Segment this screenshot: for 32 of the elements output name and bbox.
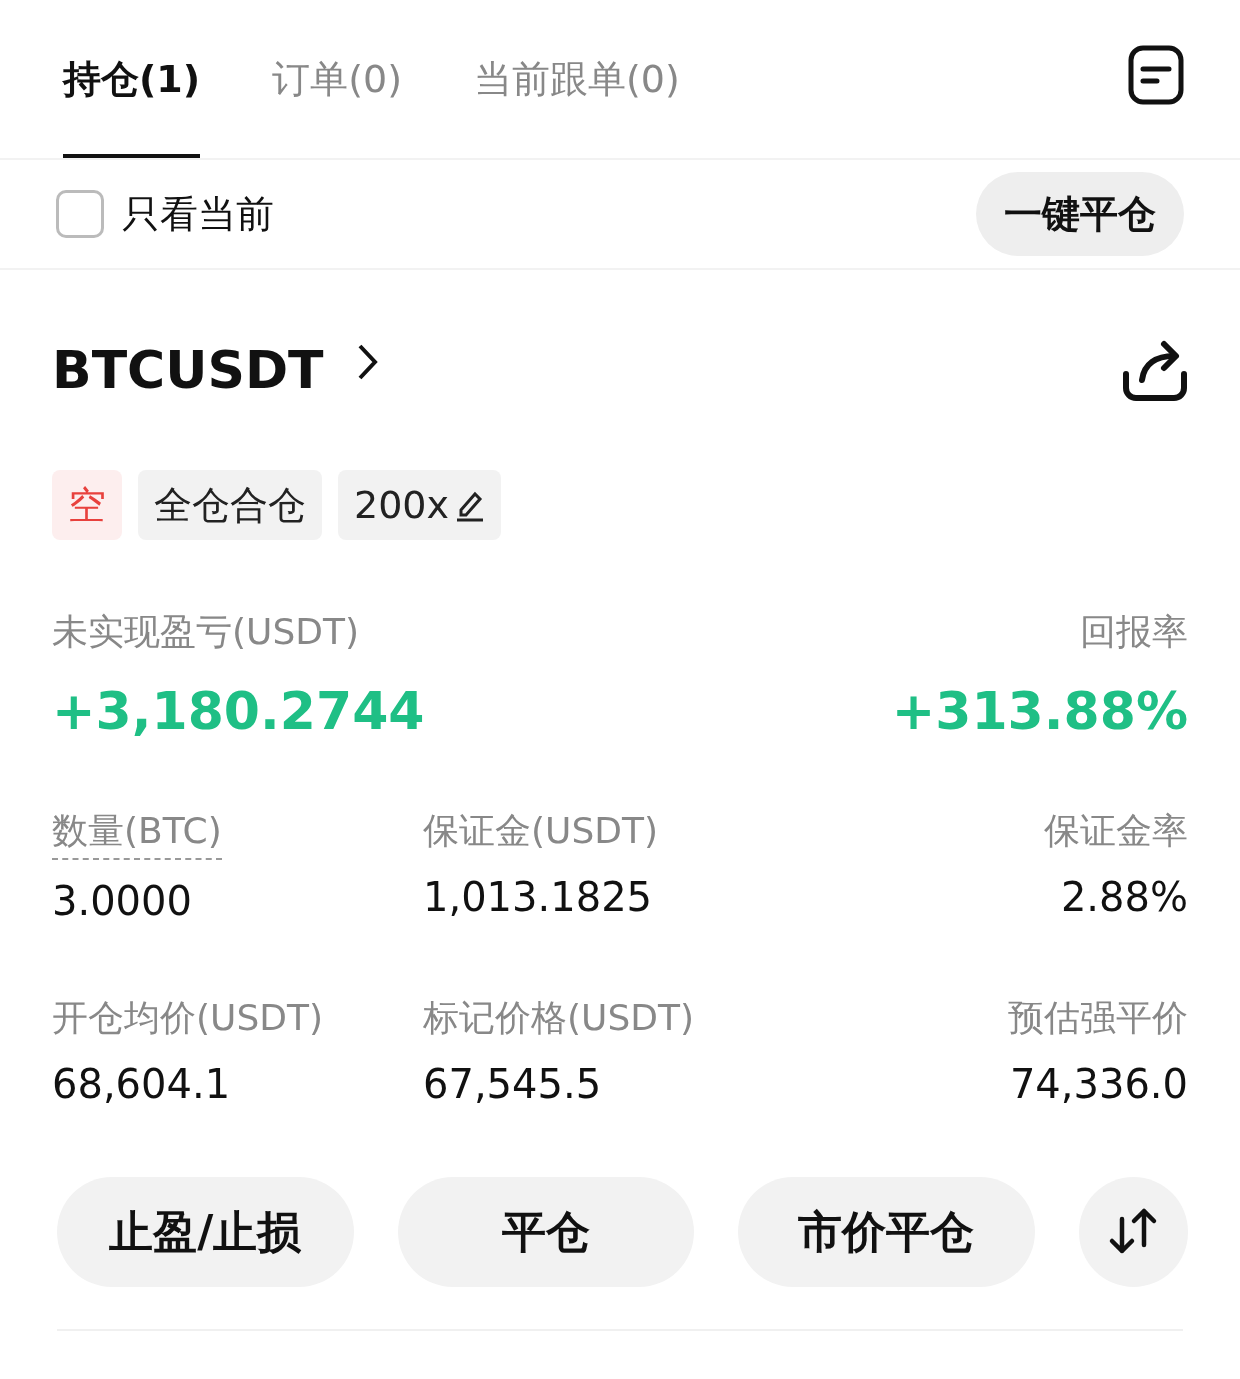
stat-value: 68,604.1 [52, 1061, 232, 1107]
side-tag: 空 [52, 470, 122, 540]
action-button[interactable]: 市价平仓 [738, 1177, 1035, 1287]
margin-mode-tag: 全仓合仓 [138, 470, 322, 540]
stat-label: 保证金(USDT) [423, 809, 659, 853]
leverage-tag[interactable]: 200x [338, 470, 502, 540]
roe-value: +313.88% [891, 681, 1188, 741]
notes-icon[interactable] [1128, 45, 1184, 105]
leverage-value: 200x [354, 483, 450, 527]
action-button[interactable]: 止盈/止损 [57, 1177, 354, 1287]
symbol-title[interactable]: BTCUSDT [52, 340, 324, 400]
stat-value: 67,545.5 [423, 1061, 603, 1107]
close-all-button[interactable]: 一键平仓 [976, 172, 1184, 256]
checkbox[interactable] [56, 190, 104, 238]
roe-label: 回报率 [1080, 610, 1188, 654]
stat-value: 74,336.0 [1009, 1061, 1188, 1107]
stat-value: 2.88% [1060, 874, 1188, 920]
stat-label[interactable]: 数量(BTC) [52, 807, 222, 860]
pnl-value: +3,180.2744 [52, 681, 425, 741]
stat-label: 标记价格(USDT) [423, 996, 695, 1040]
tab[interactable]: 订单(0) [272, 0, 402, 158]
stat-label: 保证金率 [1044, 809, 1188, 853]
tab[interactable]: 持仓(1) [63, 0, 201, 158]
share-icon[interactable] [1122, 338, 1188, 402]
checkbox-label: 只看当前 [122, 190, 274, 238]
stat-label: 预估强平价 [1008, 996, 1188, 1040]
stat-value: 1,013.1825 [423, 874, 654, 920]
stat-label: 开仓均价(USDT) [52, 996, 324, 1040]
pnl-label: 未实现盈亏(USDT) [52, 610, 360, 654]
tab[interactable]: 当前跟单(0) [474, 0, 680, 158]
action-button[interactable]: 平仓 [397, 1177, 695, 1287]
stat-value: 3.0000 [52, 878, 193, 924]
